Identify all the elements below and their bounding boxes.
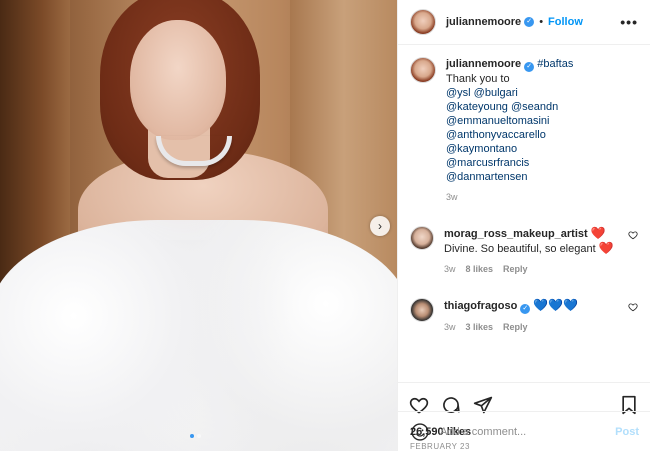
comment-username-emoji: ❤️ (590, 226, 606, 240)
heart-icon[interactable] (628, 302, 638, 312)
comment-username[interactable]: morag_ross_makeup_artist (444, 228, 588, 240)
comments-list[interactable]: juliannemoore ✓ #baftas Thank you to @ysl… (398, 45, 650, 382)
comment-timestamp: 3w (444, 322, 456, 332)
comment-timestamp: 3w (444, 264, 456, 274)
caption-meta: 3w (446, 190, 573, 204)
author-username[interactable]: juliannemoore (446, 16, 521, 28)
separator-dot: • (539, 16, 544, 28)
comment-text: Divine. So beautiful, so elegant (444, 243, 596, 255)
instagram-post: › juliannemoore ✓ • Follow ••• juliannem… (0, 0, 650, 451)
caption-mentions[interactable]: @marcusrfrancis (446, 156, 573, 170)
post-header: juliannemoore ✓ • Follow ••• (398, 0, 650, 45)
carousel-next-button[interactable]: › (370, 216, 390, 236)
heart-icon[interactable] (628, 230, 638, 240)
follow-button[interactable]: Follow (548, 16, 583, 28)
carousel-dot (197, 434, 201, 438)
carousel-indicator (190, 434, 201, 438)
emoji-icon[interactable] (410, 422, 430, 442)
caption-username[interactable]: juliannemoore (446, 58, 521, 70)
comment-likes[interactable]: 3 likes (466, 320, 494, 334)
comment-input[interactable] (440, 425, 616, 438)
verified-badge-icon: ✓ (524, 17, 535, 27)
comment-username[interactable]: thiagofragoso (444, 300, 517, 312)
reply-button[interactable]: Reply (503, 320, 528, 334)
caption-avatar[interactable] (410, 57, 436, 83)
caption-body: juliannemoore ✓ #baftas Thank you to @ysl… (446, 57, 573, 204)
comment-composer: Post (398, 411, 650, 451)
caption-hashtag[interactable]: #baftas (537, 58, 573, 70)
caption: juliannemoore ✓ #baftas Thank you to @ysl… (410, 57, 638, 204)
avatar[interactable] (410, 9, 436, 35)
caption-timestamp: 3w (446, 192, 458, 202)
verified-badge-icon: ✓ (520, 304, 531, 314)
verified-badge-icon: ✓ (524, 62, 535, 72)
more-options-icon[interactable]: ••• (620, 14, 638, 30)
chevron-right-icon: › (378, 219, 382, 233)
comment-username-emoji: 💙💙💙 (533, 298, 579, 312)
carousel-dot-active (190, 434, 194, 438)
caption-line: Thank you to (446, 73, 510, 85)
photo-face (130, 20, 226, 140)
post-comment-button[interactable]: Post (615, 426, 639, 438)
post-photo[interactable]: › (0, 0, 397, 451)
photo-feather-stole (0, 220, 397, 451)
comment-likes[interactable]: 8 likes (466, 262, 494, 276)
comment-item: morag_ross_makeup_artist ❤️ Divine. So b… (410, 226, 638, 276)
comment-item: thiagofragoso ✓ 💙💙💙 3w 3 likes Reply (410, 298, 638, 334)
caption-mentions[interactable]: @ysl @bulgari (446, 86, 573, 100)
caption-mentions[interactable]: @kaymontano (446, 142, 573, 156)
caption-mentions[interactable]: @emmanueltomasini (446, 114, 573, 128)
comment-body: thiagofragoso ✓ 💙💙💙 3w 3 likes Reply (444, 298, 624, 334)
comment-body: morag_ross_makeup_artist ❤️ Divine. So b… (444, 226, 624, 276)
reply-button[interactable]: Reply (503, 262, 528, 276)
post-sidebar: juliannemoore ✓ • Follow ••• juliannemoo… (397, 0, 650, 451)
caption-mentions[interactable]: @kateyoung @seandn (446, 100, 573, 114)
comment-meta: 3w 8 likes Reply (444, 262, 624, 276)
comment-meta: 3w 3 likes Reply (444, 320, 624, 334)
comment-avatar[interactable] (410, 226, 434, 250)
caption-mentions[interactable]: @danmartensen (446, 170, 573, 184)
caption-mentions[interactable]: @anthonyvaccarello (446, 128, 573, 142)
comment-avatar[interactable] (410, 298, 434, 322)
comment-text-emoji: ❤️ (598, 241, 614, 255)
